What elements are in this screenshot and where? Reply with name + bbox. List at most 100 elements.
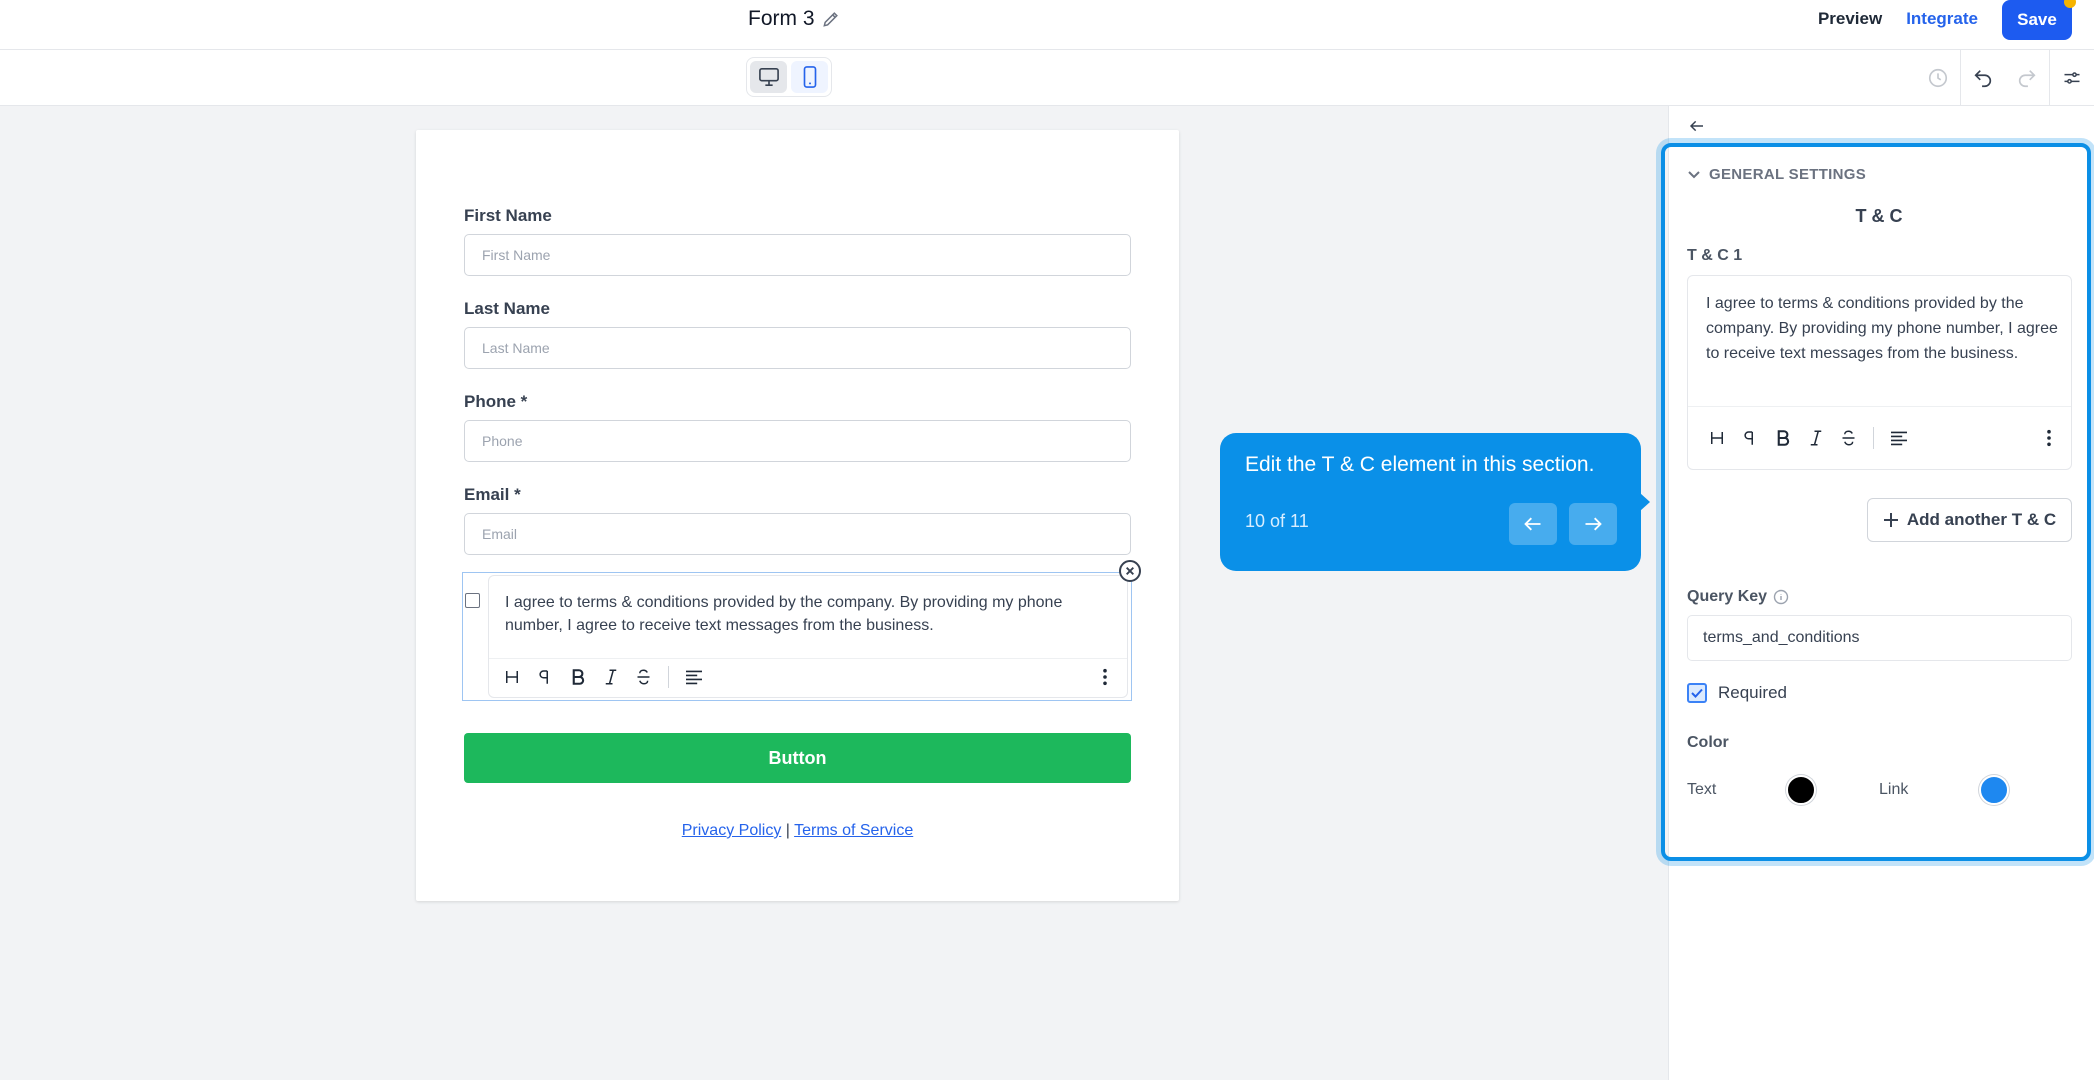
required-checkbox[interactable] — [1687, 683, 1707, 703]
terms-of-service-link[interactable]: Terms of Service — [794, 822, 913, 839]
more-vertical-icon — [1102, 668, 1107, 685]
align-button[interactable] — [1882, 423, 1915, 453]
mobile-icon — [803, 66, 816, 88]
heading-icon — [1710, 432, 1723, 444]
first-name-input[interactable]: First Name — [464, 234, 1131, 276]
form-canvas: First Name First Name Last Name Last Nam… — [416, 130, 1179, 901]
settings-panel: GENERAL SETTINGS T & C T & C 1 I agree t… — [1661, 106, 2094, 1080]
tour-previous-button[interactable] — [1509, 503, 1557, 545]
redo-button[interactable] — [2005, 50, 2049, 106]
first-name-field: First Name First Name — [464, 206, 1131, 276]
tc-checkbox[interactable] — [465, 593, 480, 608]
heading-button[interactable] — [1700, 423, 1733, 453]
tc-rich-text-editor[interactable]: I agree to terms & conditions provided b… — [488, 575, 1128, 698]
preview-button[interactable]: Preview — [1818, 9, 1882, 29]
tour-tooltip: Edit the T & C element in this section. … — [1220, 433, 1650, 571]
save-button[interactable]: Save — [2002, 0, 2076, 40]
phone-label: Phone * — [464, 392, 528, 411]
email-label: Email * — [464, 485, 521, 504]
add-tc-label: Add another T & C — [1906, 510, 2057, 529]
paragraph-button[interactable] — [1733, 423, 1766, 453]
query-key-input[interactable]: terms_and_conditions — [1687, 615, 2072, 661]
tour-message: Edit the T & C element in this section. — [1245, 453, 1595, 476]
desktop-icon — [758, 67, 779, 86]
last-name-input[interactable]: Last Name — [464, 327, 1131, 369]
tc1-label: T & C 1 — [1687, 247, 1743, 264]
paragraph-icon — [538, 669, 548, 684]
settings-button[interactable] — [2050, 50, 2094, 106]
align-left-icon — [1890, 431, 1907, 446]
info-icon[interactable] — [1773, 589, 1789, 605]
history-button[interactable] — [1916, 50, 1960, 106]
query-key-text: Query Key — [1687, 588, 1768, 605]
form-title[interactable]: Form 3 — [748, 7, 841, 31]
desktop-view-button[interactable] — [750, 61, 787, 93]
submit-button[interactable]: Button — [464, 733, 1131, 783]
remove-element-button[interactable] — [1119, 560, 1141, 582]
tc-element[interactable]: I agree to terms & conditions provided b… — [462, 572, 1132, 701]
paragraph-button[interactable] — [528, 662, 561, 692]
tc1-text[interactable]: I agree to terms & conditions provided b… — [1706, 291, 2061, 366]
undo-button[interactable] — [1961, 50, 2005, 106]
text-color-label: Text — [1687, 781, 1717, 798]
undo-icon — [1974, 70, 1992, 88]
history-icon — [1928, 68, 1948, 88]
link-color-swatch[interactable] — [1979, 775, 2009, 805]
more-button[interactable] — [2032, 423, 2065, 453]
first-name-label: First Name — [464, 206, 552, 225]
required-label: Required — [1718, 683, 1787, 702]
required-toggle[interactable]: Required — [1687, 683, 1787, 703]
strikethrough-icon — [637, 668, 650, 685]
italic-icon — [605, 669, 616, 684]
plus-icon — [1883, 513, 1898, 527]
privacy-policy-link[interactable]: Privacy Policy — [682, 822, 782, 839]
arrow-right-icon — [1585, 517, 1602, 531]
close-icon — [1126, 567, 1134, 575]
bold-button[interactable] — [1766, 423, 1799, 453]
back-button[interactable] — [1685, 114, 1709, 138]
bold-button[interactable] — [561, 662, 594, 692]
query-key-label: Query Key — [1687, 588, 1789, 606]
general-settings-label: GENERAL SETTINGS — [1709, 166, 1867, 183]
sliders-icon — [2064, 72, 2080, 84]
editor-toolbar — [0, 50, 2094, 106]
phone-input[interactable]: Phone — [464, 420, 1131, 462]
save-label: Save — [2017, 10, 2057, 29]
align-button[interactable] — [677, 662, 710, 692]
add-another-tc-button[interactable]: Add another T & C — [1867, 498, 2072, 542]
arrow-left-icon — [1689, 120, 1703, 132]
heading-button[interactable] — [495, 662, 528, 692]
tooltip-pointer — [1640, 493, 1650, 511]
tc1-rich-text-editor[interactable]: I agree to terms & conditions provided b… — [1687, 275, 2072, 470]
tour-next-button[interactable] — [1569, 503, 1617, 545]
integrate-button[interactable]: Integrate — [1906, 9, 1978, 29]
bold-icon — [1777, 430, 1790, 446]
strikethrough-button[interactable] — [1832, 423, 1865, 453]
paragraph-icon — [1743, 431, 1753, 445]
italic-button[interactable] — [1799, 423, 1832, 453]
email-field: Email * Email — [464, 485, 1131, 555]
phone-field: Phone * Phone — [464, 392, 1131, 462]
text-color-swatch[interactable] — [1786, 775, 1816, 805]
tc-text[interactable]: I agree to terms & conditions provided b… — [505, 591, 1115, 637]
last-name-field: Last Name Last Name — [464, 299, 1131, 369]
chevron-down-icon — [1688, 170, 1700, 178]
more-button[interactable] — [1088, 662, 1121, 692]
toolbar-separator — [1873, 427, 1874, 449]
toolbar-separator — [668, 665, 669, 688]
pencil-icon[interactable] — [821, 9, 841, 29]
device-toggle — [746, 57, 832, 97]
color-row: Text Link — [1687, 773, 2072, 807]
email-input[interactable]: Email — [464, 513, 1131, 555]
italic-button[interactable] — [594, 662, 627, 692]
redo-icon — [2018, 70, 2036, 88]
general-settings-toggle[interactable]: GENERAL SETTINGS — [1687, 166, 1866, 183]
strikethrough-button[interactable] — [627, 662, 660, 692]
tc-format-toolbar — [489, 658, 1127, 694]
heading-icon — [505, 670, 518, 683]
form-title-text: Form 3 — [748, 7, 815, 30]
mobile-view-button[interactable] — [791, 61, 828, 93]
last-name-label: Last Name — [464, 299, 550, 318]
unsaved-indicator — [2064, 0, 2076, 8]
more-vertical-icon — [2046, 429, 2051, 447]
